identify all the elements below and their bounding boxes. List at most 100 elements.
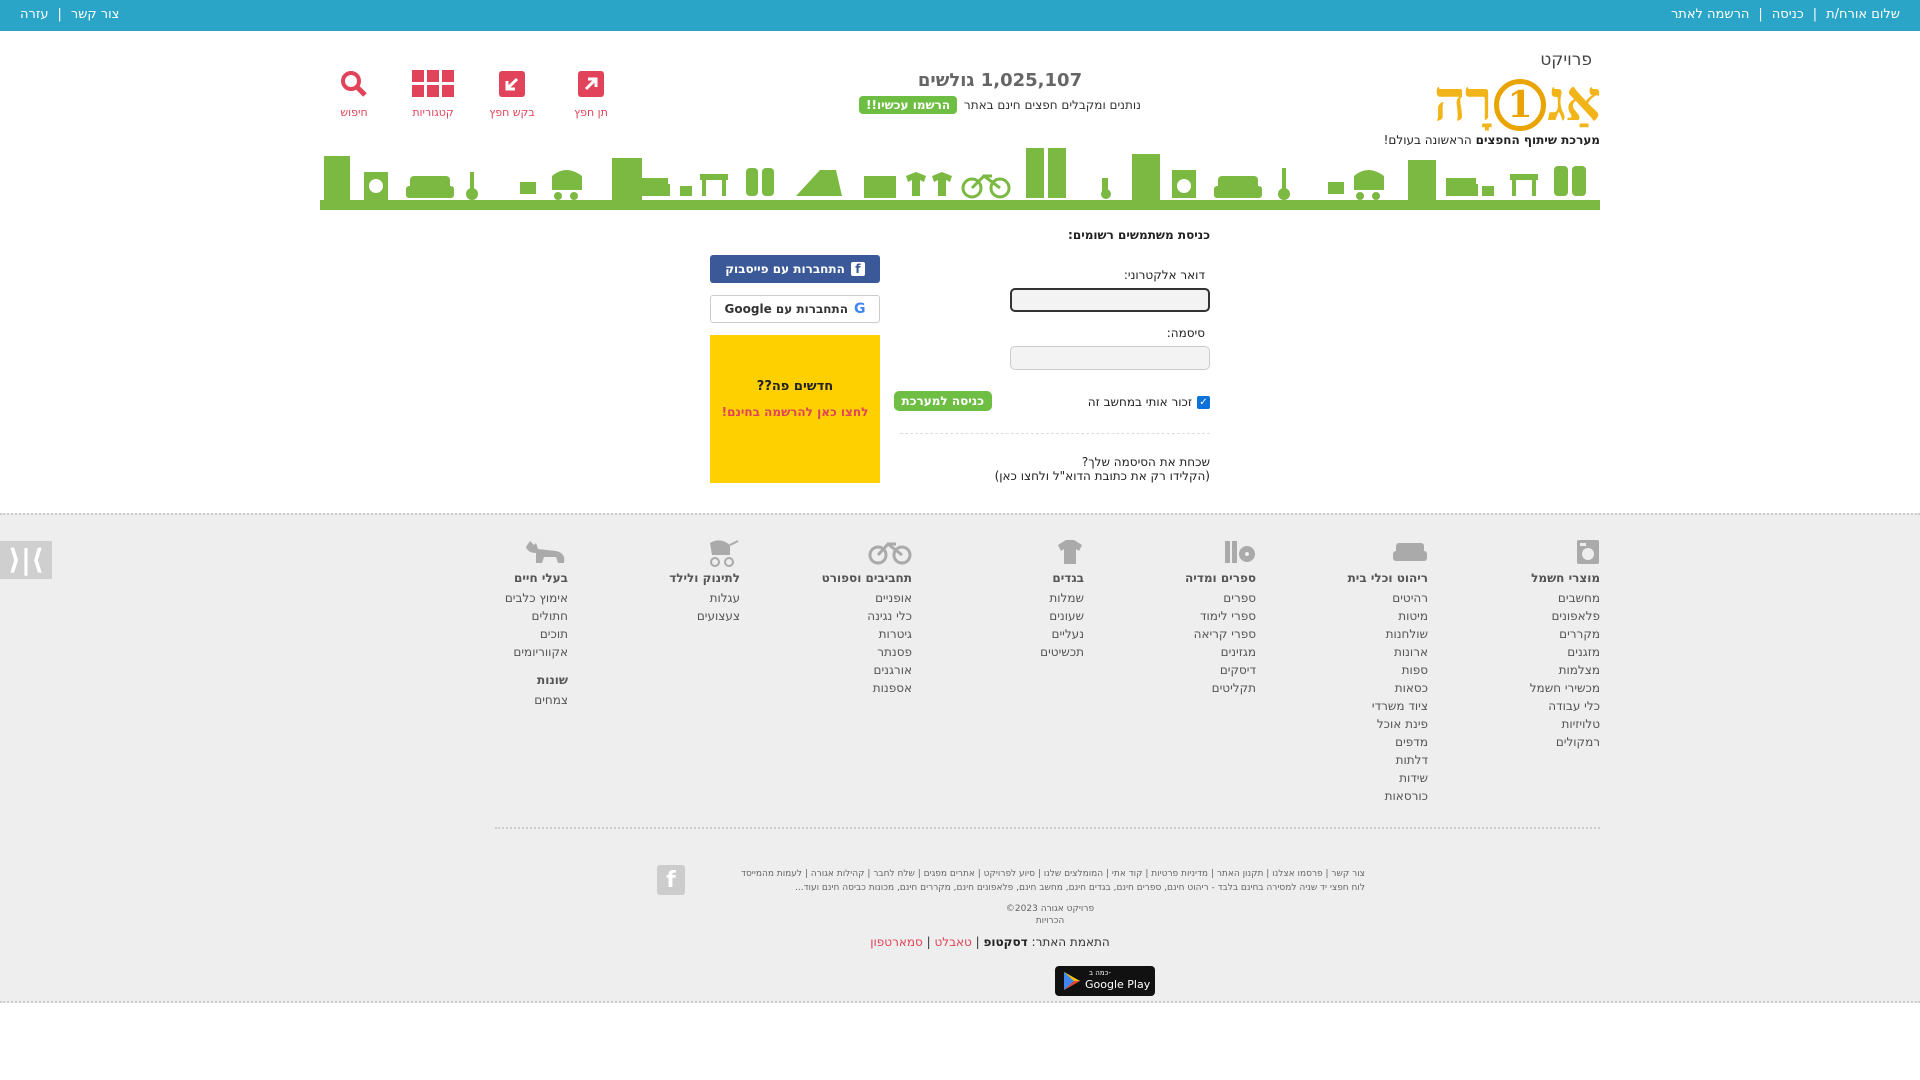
- category-item[interactable]: ארונות: [1308, 643, 1428, 661]
- category-item[interactable]: מקררים: [1480, 625, 1600, 643]
- facebook-page-icon[interactable]: f: [657, 865, 685, 895]
- footer-link[interactable]: פרסמו אצלנו: [1272, 869, 1323, 879]
- request-item-icon: [499, 71, 525, 97]
- new-user-promo[interactable]: חדשים פה?? לחצו כאן להרשמה בחינם!: [710, 335, 880, 483]
- copyright: ©2023 פרויקט אגורה הכרויות: [1005, 904, 1095, 926]
- category-item[interactable]: נעליים: [964, 625, 1084, 643]
- category-item[interactable]: שולחנות: [1308, 625, 1428, 643]
- adapt-tablet[interactable]: טאבלט: [934, 935, 971, 949]
- category-title: בגדים: [1052, 571, 1084, 585]
- footer-link[interactable]: אתרים מפגים: [924, 869, 975, 879]
- category-item[interactable]: כסאות: [1308, 679, 1428, 697]
- site-adaptation: התאמת האתר: דסקטופ | טאבלט | סמארטפון: [870, 935, 1110, 949]
- category-item[interactable]: פסנתר: [792, 643, 912, 661]
- side-collapse-button[interactable]: ⟩|⟨: [0, 541, 52, 579]
- register-link[interactable]: הרשמה לאתר: [1671, 7, 1749, 22]
- login-link[interactable]: כניסה: [1772, 7, 1804, 22]
- category-item[interactable]: פינת אוכל: [1308, 715, 1428, 733]
- category-item[interactable]: טלויזיות: [1480, 715, 1600, 733]
- category-item[interactable]: תקליטים: [1136, 679, 1256, 697]
- category-item[interactable]: אופניים: [792, 589, 912, 607]
- category-item[interactable]: מכשירי חשמל: [1480, 679, 1600, 697]
- category-item[interactable]: תכשיטים: [964, 643, 1084, 661]
- category-item[interactable]: ספרי קריאה: [1136, 625, 1256, 643]
- footer-divider: [495, 827, 1600, 829]
- category-item[interactable]: שמלות: [964, 589, 1084, 607]
- category-item[interactable]: מצלמות: [1480, 661, 1600, 679]
- footer-link[interactable]: לעמות מהמייסד: [741, 869, 802, 879]
- email-field[interactable]: [1010, 288, 1210, 312]
- google-icon: G: [853, 301, 866, 317]
- category-item[interactable]: עגלות: [620, 589, 740, 607]
- category-item[interactable]: מזגנים: [1480, 643, 1600, 661]
- footer-link[interactable]: סיוע לפרויקט: [984, 869, 1035, 879]
- google-label: התחברות עם Google: [724, 302, 848, 316]
- nav-request-item[interactable]: בקש חפץ: [482, 70, 542, 119]
- category-item[interactable]: אקווריומים: [448, 643, 568, 661]
- nav-give-item[interactable]: תן חפץ: [561, 70, 621, 119]
- category-item[interactable]: דיסקים: [1136, 661, 1256, 679]
- category-item[interactable]: רמקולים: [1480, 733, 1600, 751]
- footer-link[interactable]: המומלצים שלנו: [1044, 869, 1103, 879]
- greeting-text: שלום אורח/ת: [1826, 7, 1900, 22]
- category-item[interactable]: דלתות: [1308, 751, 1428, 769]
- forgot-password-link[interactable]: שכחת את הסיסמה שלך? (הקלידו רק את כתובת …: [995, 455, 1210, 483]
- nav-search[interactable]: חיפוש: [324, 70, 384, 119]
- give-item-icon: [578, 71, 604, 97]
- category-item[interactable]: ציוד משרדי: [1308, 697, 1428, 715]
- help-link[interactable]: עזרה: [20, 7, 48, 22]
- footer-link[interactable]: קהילות אגורה: [811, 869, 865, 879]
- category-item[interactable]: כורסאות: [1308, 787, 1428, 805]
- contact-link[interactable]: צור קשר: [71, 7, 120, 22]
- google-play-badge[interactable]: כמה ב- Google Play: [1055, 966, 1155, 996]
- site-logo[interactable]: פרויקט אַג1רָה מערכת שיתוף החפצים הראשונ…: [1378, 50, 1601, 150]
- category-item[interactable]: מגזינים: [1136, 643, 1256, 661]
- pet-icon: [526, 541, 565, 563]
- adapt-label: התאמת האתר:: [1031, 935, 1110, 949]
- category-item[interactable]: אימוץ כלבים: [448, 589, 568, 607]
- google-login-button[interactable]: G התחברות עם Google: [710, 295, 880, 323]
- remember-checkbox[interactable]: ✓: [1197, 395, 1210, 409]
- footer-link[interactable]: קוד אתי: [1112, 869, 1143, 879]
- category-item[interactable]: אורגנים: [792, 661, 912, 679]
- category-item[interactable]: גיטרות: [792, 625, 912, 643]
- category-item[interactable]: מחשבים: [1480, 589, 1600, 607]
- category-item[interactable]: מדפים: [1308, 733, 1428, 751]
- category-item[interactable]: רהיטים: [1308, 589, 1428, 607]
- category-item[interactable]: ספות: [1308, 661, 1428, 679]
- category-item[interactable]: שעונים: [964, 607, 1084, 625]
- footer-link[interactable]: שלח לחבר: [873, 869, 915, 879]
- category-item[interactable]: ספרים: [1136, 589, 1256, 607]
- appliance-icon: [1577, 540, 1599, 564]
- category-item[interactable]: אספנות: [792, 679, 912, 697]
- furniture-banner: [320, 148, 1600, 210]
- category-item[interactable]: חתולים: [448, 607, 568, 625]
- footer-link[interactable]: תקנון האתר: [1217, 869, 1264, 879]
- category-item[interactable]: כלי עבודה: [1480, 697, 1600, 715]
- category-item[interactable]: צמחים: [448, 691, 568, 709]
- category-title: תחביבים וספורט: [821, 571, 912, 585]
- category-item[interactable]: צעצועים: [620, 607, 740, 625]
- footer-link[interactable]: מדיניות פרטיות: [1151, 869, 1208, 879]
- category-item[interactable]: ספרי לימוד: [1136, 607, 1256, 625]
- footer: ⟩|⟨ מוצרי חשמל מחשבים פלאפונים מקררים מז…: [0, 513, 1920, 1003]
- counter-subtitle: נותנים ומקבלים חפצים חינם באתר הרשמו עכש…: [850, 96, 1150, 114]
- category-item[interactable]: מיטות: [1308, 607, 1428, 625]
- category-item[interactable]: פלאפונים: [1480, 607, 1600, 625]
- login-submit-button[interactable]: כניסה למערכת: [893, 391, 992, 411]
- category-item[interactable]: תוכים: [448, 625, 568, 643]
- nav-categories[interactable]: קטגוריות: [403, 70, 463, 119]
- category-furniture: ריהוט וכלי בית רהיטים מיטות שולחנות ארונ…: [1308, 539, 1428, 805]
- new-user-cta: לחצו כאן להרשמה בחינם!: [721, 405, 869, 419]
- footer-link[interactable]: צור קשר: [1331, 869, 1365, 879]
- facebook-login-button[interactable]: f התחברות עם פייסבוק: [710, 255, 880, 283]
- password-field[interactable]: [1010, 346, 1210, 370]
- nav-request-label: בקש חפץ: [489, 106, 535, 119]
- categories-icon: [412, 70, 454, 97]
- adapt-desktop[interactable]: דסקטופ: [984, 935, 1028, 949]
- category-item[interactable]: כלי נגינה: [792, 607, 912, 625]
- register-now-button[interactable]: הרשמו עכשיו!!: [859, 96, 958, 114]
- adapt-smartphone[interactable]: סמארטפון: [870, 935, 923, 949]
- email-label: דואר אלקטרוני:: [1123, 268, 1205, 282]
- category-item[interactable]: שידות: [1308, 769, 1428, 787]
